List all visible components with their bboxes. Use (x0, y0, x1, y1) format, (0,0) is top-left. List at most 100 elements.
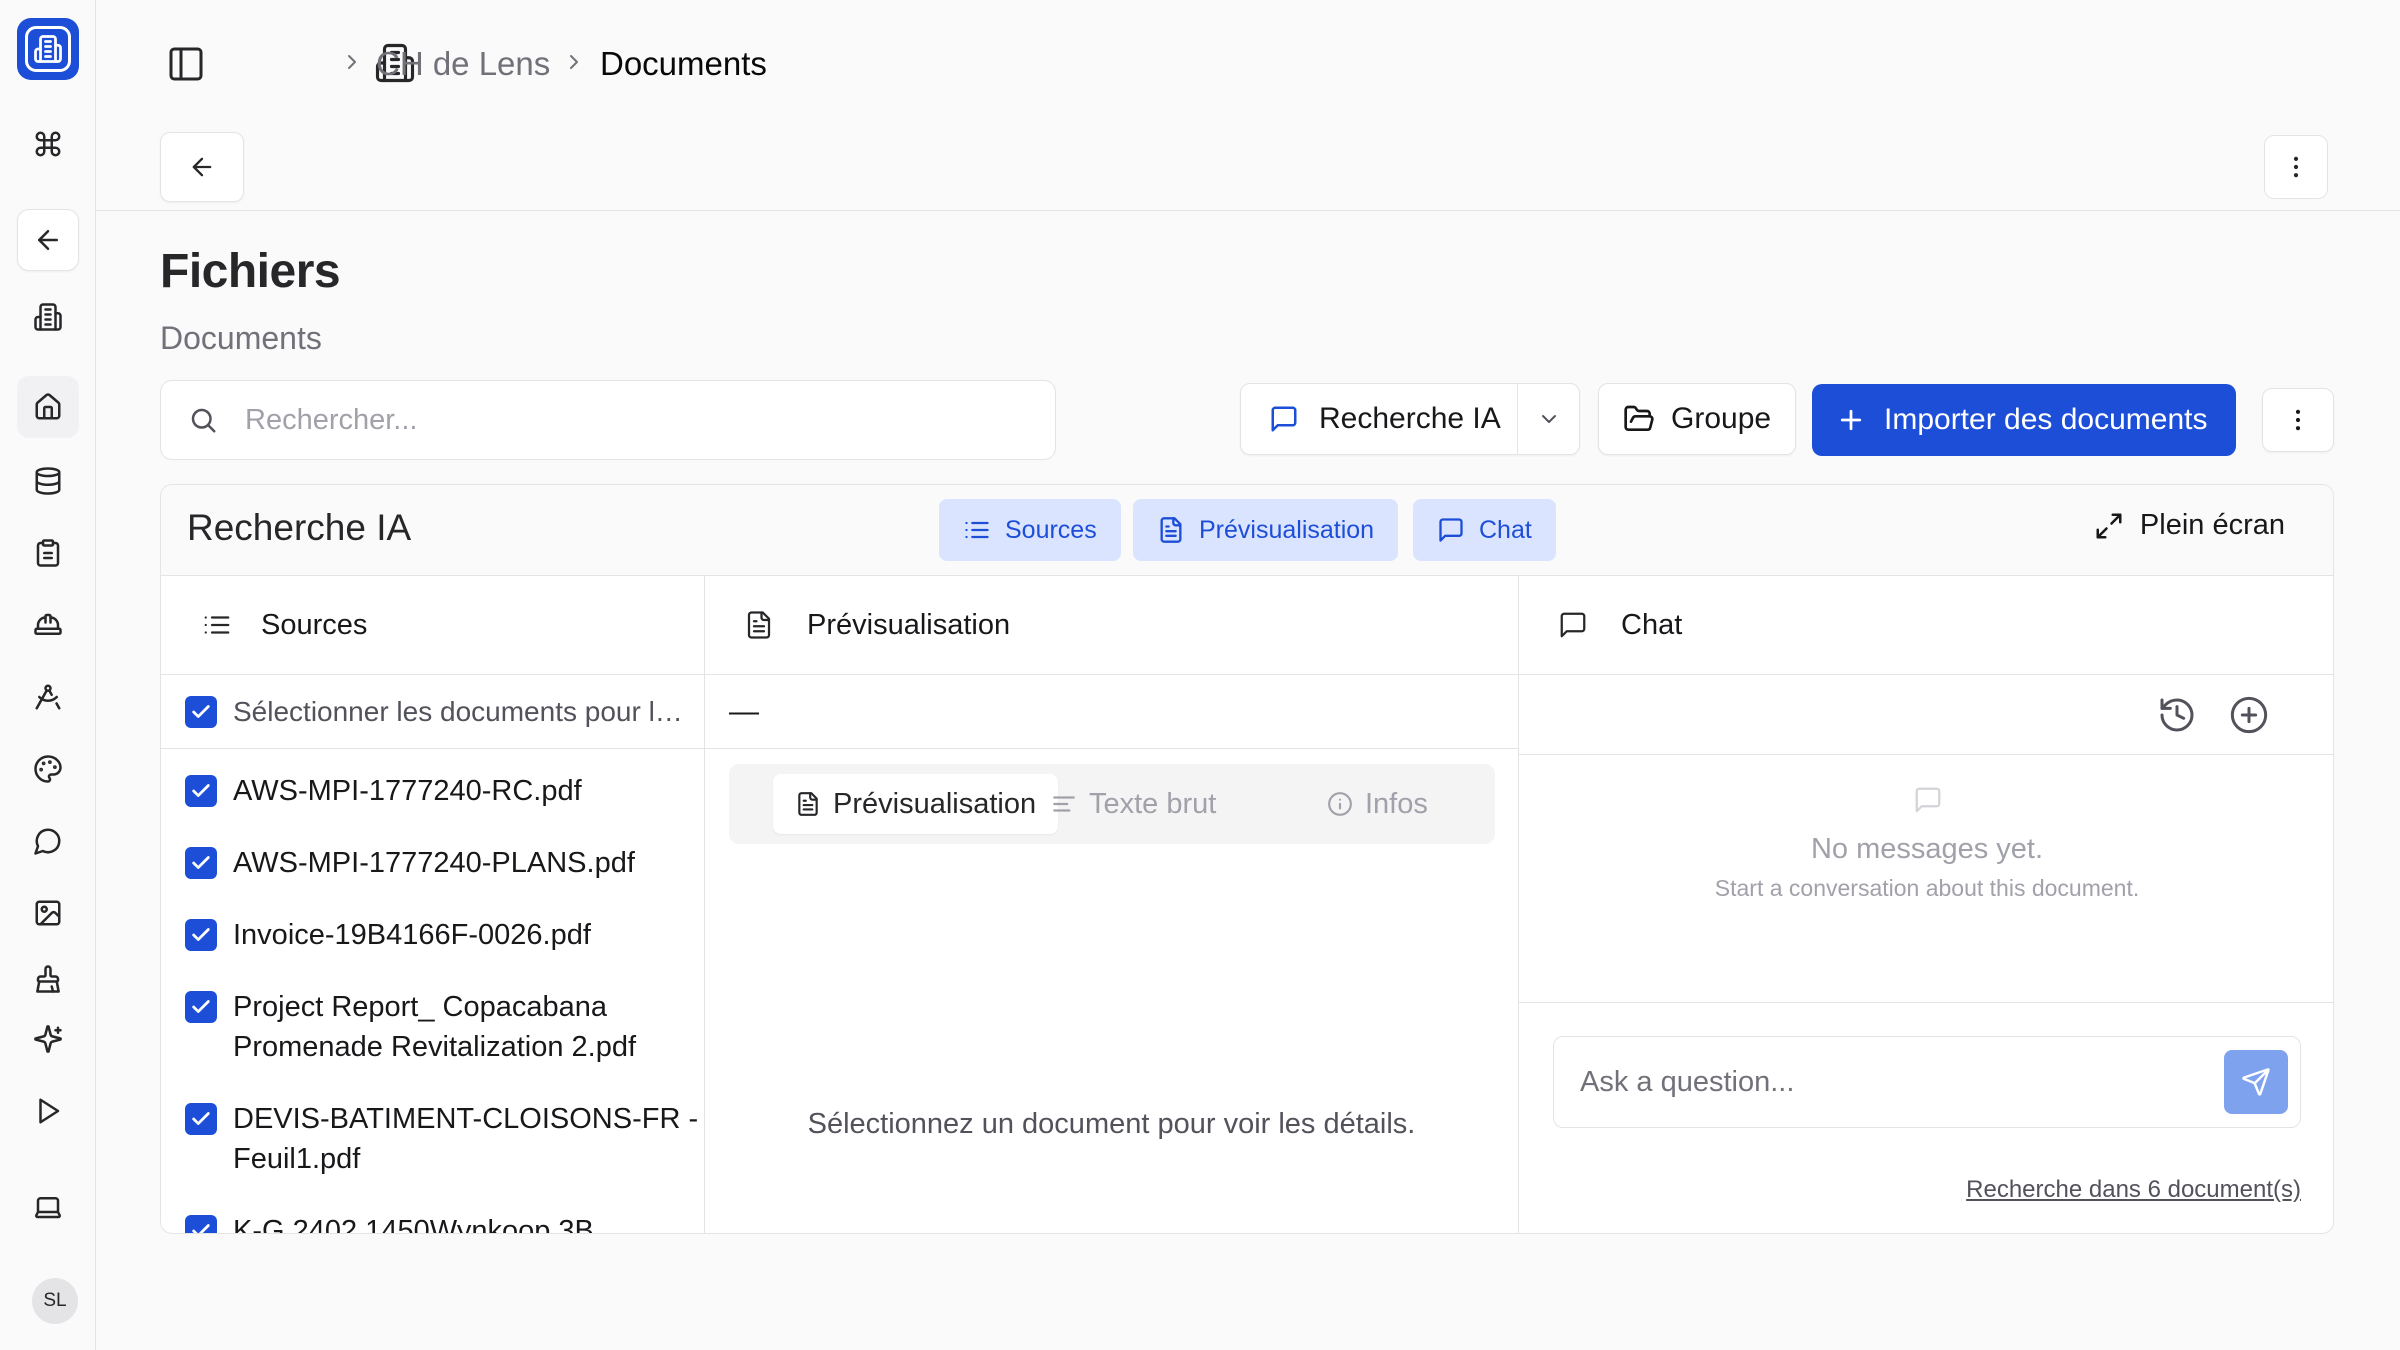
file-checkbox[interactable] (185, 775, 217, 807)
fullscreen-button[interactable]: Plein écran (2094, 509, 2285, 542)
send-button[interactable] (2224, 1050, 2288, 1114)
chat-header: Chat (1519, 576, 2333, 675)
back-button[interactable] (160, 132, 244, 202)
message-circle-icon[interactable] (17, 810, 79, 872)
file-checkbox[interactable] (185, 1103, 217, 1135)
arrow-left-icon (188, 153, 216, 181)
rail-back-button[interactable] (17, 209, 79, 271)
tab-preview-label: Prévisualisation (833, 787, 1037, 820)
ai-search-panel: Recherche IA Sources Prévisualisation Ch… (160, 484, 2334, 1234)
chat-column: Chat No messages yet. Start a conversati… (1519, 576, 2333, 1233)
wrench-ruler-icon[interactable] (17, 948, 79, 1010)
more-vertical-icon (2282, 153, 2310, 181)
group-button[interactable]: Groupe (1598, 383, 1796, 455)
list-item[interactable]: DEVIS-BATIMENT-CLOISONS-FR - Feuil1.pdf (161, 1099, 704, 1179)
import-documents-label: Importer des documents (1884, 403, 2208, 436)
home-icon[interactable] (17, 376, 79, 438)
search-icon (185, 402, 221, 438)
chevron-right-icon (562, 50, 586, 74)
file-name: AWS-MPI-1777240-RC.pdf (233, 775, 582, 807)
hard-hat-icon[interactable] (17, 594, 79, 656)
select-all-checkbox[interactable] (185, 695, 217, 728)
list-item[interactable]: AWS-MPI-1777240-PLANS.pdf (161, 843, 704, 883)
preview-header-label: Prévisualisation (807, 608, 1011, 641)
tab-raw-text[interactable]: Texte brut (1029, 774, 1238, 834)
search-input[interactable] (245, 403, 1055, 437)
database-icon[interactable] (17, 450, 79, 512)
palette-icon[interactable] (17, 738, 79, 800)
breadcrumb-item-ch-de-lens[interactable]: CH de Lens (376, 42, 550, 86)
sparkles-icon[interactable] (17, 1008, 79, 1070)
file-name: AWS-MPI-1777240-PLANS.pdf (233, 847, 635, 879)
select-all-label: Sélectionner les documents pour la reche… (233, 695, 693, 727)
send-icon (2241, 1067, 2271, 1097)
preview-header: Prévisualisation (705, 576, 1518, 675)
chat-input[interactable] (1580, 1065, 2224, 1099)
file-name: DEVIS-BATIMENT-CLOISONS-FR - Feuil1.pdf (233, 1103, 699, 1175)
sources-header: Sources (161, 576, 704, 675)
more-vertical-icon (2284, 406, 2312, 434)
new-chat-icon[interactable] (2229, 695, 2269, 735)
file-checkbox[interactable] (185, 1215, 217, 1233)
file-checkbox[interactable] (185, 919, 217, 951)
file-name: Project Report_ Copacabana Promenade Rev… (233, 991, 637, 1063)
chat-empty-title: No messages yet. (1810, 833, 2044, 865)
file-text-icon (795, 791, 821, 817)
search-box (160, 380, 1056, 460)
rail-building-icon[interactable] (17, 286, 79, 348)
file-name: K-G 2402 1450Wynkoop 3B (233, 1215, 594, 1233)
compass-drafting-icon[interactable] (17, 666, 79, 728)
chevron-down-icon (1537, 407, 1561, 431)
plus-icon (1836, 405, 1866, 435)
chat-header-label: Chat (1621, 608, 1683, 641)
message-square-icon (1437, 516, 1465, 544)
command-icon[interactable] (17, 113, 79, 175)
page-menu-button[interactable] (2264, 135, 2328, 199)
ai-search-dropdown[interactable] (1517, 384, 1579, 454)
preview-document-title: — (705, 675, 1518, 749)
list-item[interactable]: K-G 2402 1450Wynkoop 3B (161, 1211, 704, 1233)
file-text-icon (743, 609, 775, 641)
file-checkbox[interactable] (185, 847, 217, 879)
search-scope-link[interactable]: Recherche dans 6 document(s) (1966, 1176, 2301, 1204)
arrow-left-icon (33, 225, 63, 255)
chat-empty-state: No messages yet. Start a conversation ab… (1519, 755, 2333, 1003)
toggle-preview-label: Prévisualisation (1199, 515, 1375, 544)
select-all-row[interactable]: Sélectionner les documents pour la reche… (161, 675, 704, 749)
chat-input-box (1553, 1036, 2301, 1128)
maximize-icon (2094, 511, 2124, 541)
building-icon (25, 26, 71, 72)
source-file-list: AWS-MPI-1777240-RC.pdf AWS-MPI-1777240-P… (161, 749, 704, 1233)
file-name: Invoice-19B4166F-0026.pdf (233, 919, 591, 951)
toggle-chat[interactable]: Chat (1413, 499, 1556, 561)
info-icon (1327, 791, 1353, 817)
breadcrumb-item-documents: Documents (600, 45, 767, 82)
header-divider (96, 210, 2400, 211)
image-icon[interactable] (17, 882, 79, 944)
list-icon (963, 516, 991, 544)
avatar[interactable]: SL (32, 1278, 78, 1324)
list-item[interactable]: Invoice-19B4166F-0026.pdf (161, 915, 704, 955)
import-documents-button[interactable]: Importer des documents (1812, 384, 2236, 456)
sources-header-label: Sources (261, 608, 368, 641)
clipboard-icon[interactable] (17, 522, 79, 584)
laptop-icon[interactable] (17, 1176, 79, 1238)
tab-info[interactable]: Infos (1305, 774, 1450, 834)
chevron-right-icon (340, 50, 364, 74)
app-logo[interactable] (17, 18, 79, 80)
panel-header: Recherche IA Sources Prévisualisation Ch… (161, 485, 2333, 576)
list-item[interactable]: Project Report_ Copacabana Promenade Rev… (161, 987, 704, 1067)
file-checkbox[interactable] (185, 991, 217, 1023)
toolbar-menu-button[interactable] (2262, 388, 2334, 452)
message-square-icon (1913, 785, 1943, 815)
sidebar-toggle-icon[interactable] (166, 44, 206, 84)
toggle-preview[interactable]: Prévisualisation (1133, 499, 1399, 561)
page-title: Fichiers (160, 245, 341, 298)
folder-open-icon (1623, 403, 1655, 435)
history-icon[interactable] (2157, 695, 2197, 735)
play-icon[interactable] (17, 1080, 79, 1142)
list-item[interactable]: AWS-MPI-1777240-RC.pdf (161, 771, 704, 811)
tab-preview[interactable]: Prévisualisation (773, 774, 1059, 834)
toggle-sources[interactable]: Sources (939, 499, 1121, 561)
ai-search-button[interactable]: Recherche IA (1240, 383, 1580, 455)
